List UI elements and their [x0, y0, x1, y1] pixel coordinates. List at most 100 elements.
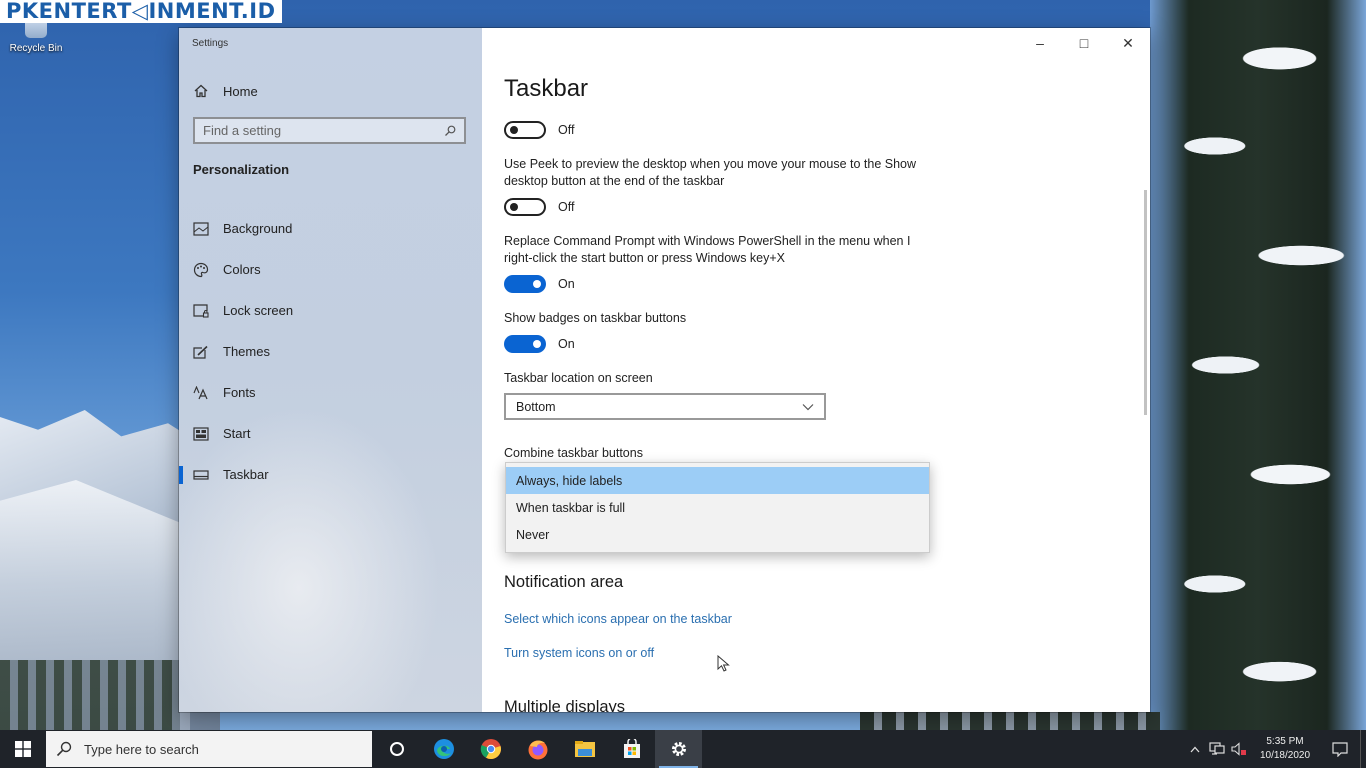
- minimize-button[interactable]: –: [1018, 28, 1062, 58]
- powershell-toggle[interactable]: [504, 275, 546, 293]
- multiple-displays-heading: Multiple displays: [504, 698, 626, 712]
- toggle-knob: [510, 203, 518, 211]
- lock-screen-icon: [193, 303, 209, 319]
- picture-icon: [193, 221, 209, 237]
- sidebar-item-lock-screen[interactable]: Lock screen: [179, 290, 482, 331]
- chrome-button[interactable]: [467, 730, 514, 768]
- file-explorer-icon: [574, 741, 595, 757]
- badges-toggle[interactable]: [504, 335, 546, 353]
- badges-toggle-row: On: [504, 335, 575, 353]
- powershell-description: Replace Command Prompt with Windows Powe…: [504, 234, 911, 265]
- taskbar-icon: [193, 467, 209, 483]
- volume-muted-icon: [1231, 742, 1246, 756]
- fonts-icon: [193, 385, 209, 401]
- store-button[interactable]: [608, 730, 655, 768]
- system-tray: 5:35 PM 10/18/2020: [1184, 730, 1366, 768]
- notification-area-heading: Notification area: [504, 573, 624, 591]
- settings-icon: [671, 742, 686, 756]
- sidebar-item-taskbar[interactable]: Taskbar: [179, 454, 482, 495]
- powershell-toggle-row: On: [504, 275, 575, 293]
- find-setting-search[interactable]: [193, 117, 466, 144]
- sidebar-item-label: Background: [223, 221, 293, 236]
- volume-button[interactable]: [1228, 730, 1250, 768]
- maximize-icon: □: [1079, 35, 1089, 51]
- maximize-button[interactable]: □: [1062, 28, 1106, 58]
- toggle-knob: [533, 340, 541, 348]
- location-select-wrap: Bottom: [504, 393, 826, 420]
- sidebar-item-label: Colors: [223, 262, 261, 277]
- chevron-down-icon: [802, 403, 814, 410]
- windows-logo-icon: [14, 741, 31, 757]
- location-label: Taskbar location on screen: [504, 371, 653, 385]
- dropdown-option[interactable]: Always, hide labels: [506, 467, 929, 494]
- network-button[interactable]: [1206, 730, 1228, 768]
- sidebar-item-label: Lock screen: [223, 303, 294, 318]
- firefox-button[interactable]: [514, 730, 561, 768]
- cortana-button[interactable]: [373, 730, 420, 768]
- toggle-knob: [533, 280, 541, 288]
- dropdown-option[interactable]: Never: [506, 521, 929, 548]
- peek-description: Use Peek to preview the desktop when you…: [504, 157, 917, 188]
- sidebar-item-start[interactable]: Start: [179, 413, 482, 454]
- wallpaper-trees-bottom: [860, 712, 1160, 730]
- sidebar-nav: Background Colors Lock screen Themes Fon…: [179, 208, 482, 495]
- content-scrollbar[interactable]: [1144, 190, 1147, 415]
- notification-icon: [1332, 741, 1348, 757]
- action-center-button[interactable]: [1320, 730, 1360, 768]
- clock-time: 5:35 PM: [1266, 736, 1304, 747]
- start-icon: [193, 426, 209, 442]
- select-icons-link[interactable]: Select which icons appear on the taskbar: [504, 612, 732, 626]
- toggle-state-label: Off: [558, 200, 575, 214]
- peek-toggle[interactable]: [504, 198, 546, 216]
- close-button[interactable]: ✕: [1106, 28, 1150, 58]
- home-icon: [194, 84, 208, 98]
- sidebar-item-fonts[interactable]: Fonts: [179, 372, 482, 413]
- toggle-state-label: Off: [558, 123, 575, 137]
- show-hidden-icons-button[interactable]: [1184, 730, 1206, 768]
- show-desktop-button[interactable]: [1360, 730, 1366, 768]
- toggle-switch-1[interactable]: [504, 121, 546, 139]
- edge-icon: [433, 739, 454, 759]
- wallpaper-trees: [0, 660, 180, 730]
- taskbar-location-select[interactable]: Bottom: [504, 393, 826, 420]
- themes-icon: [193, 344, 209, 360]
- mouse-cursor-icon: [717, 655, 730, 672]
- taskbar-search-box[interactable]: Type here to search: [46, 731, 372, 767]
- minimize-icon: –: [1036, 35, 1044, 51]
- search-icon: [445, 125, 456, 136]
- sidebar-home-label: Home: [223, 83, 258, 99]
- toggle-state-label: On: [558, 277, 575, 291]
- sidebar-item-background[interactable]: Background: [179, 208, 482, 249]
- sidebar-item-colors[interactable]: Colors: [179, 249, 482, 290]
- chevron-up-icon: [1190, 746, 1200, 752]
- file-explorer-button[interactable]: [561, 730, 608, 768]
- system-icons-link[interactable]: Turn system icons on or off: [504, 646, 654, 660]
- dropdown-option[interactable]: When taskbar is full: [506, 494, 929, 521]
- search-icon: [56, 741, 72, 757]
- clock-date: 10/18/2020: [1259, 750, 1311, 761]
- select-value: Bottom: [516, 399, 556, 414]
- taskbar-clock[interactable]: 5:35 PM 10/18/2020: [1250, 735, 1320, 763]
- combine-label: Combine taskbar buttons: [504, 446, 643, 460]
- edge-button[interactable]: [420, 730, 467, 768]
- toggle-state-label: On: [558, 337, 575, 351]
- firefox-icon: [528, 740, 547, 760]
- network-icon: [1209, 742, 1225, 755]
- sidebar-home[interactable]: Home: [193, 81, 258, 101]
- combine-buttons-dropdown: Always, hide labels When taskbar is full…: [505, 462, 930, 553]
- settings-app-button[interactable]: [655, 730, 702, 768]
- recycle-bin-label: Recycle Bin: [9, 43, 63, 54]
- start-button[interactable]: [0, 730, 45, 768]
- cortana-icon: [389, 742, 404, 756]
- close-icon: ✕: [1122, 34, 1134, 51]
- find-setting-input[interactable]: [203, 123, 444, 138]
- settings-content: – □ ✕ Taskbar Off Use Peek to preview th…: [482, 28, 1150, 712]
- sidebar-item-themes[interactable]: Themes: [179, 331, 482, 372]
- recycle-bin-desktop-icon[interactable]: Recycle Bin: [4, 18, 68, 54]
- watermark-banner: PKENTERT◁INMENT.ID: [0, 0, 282, 23]
- settings-sidebar: Settings Home Personalization Background…: [179, 28, 482, 712]
- window-title: Settings: [192, 38, 229, 49]
- palette-icon: [193, 262, 209, 278]
- sidebar-section-title: Personalization: [193, 162, 290, 177]
- settings-window: Settings Home Personalization Background…: [179, 28, 1150, 712]
